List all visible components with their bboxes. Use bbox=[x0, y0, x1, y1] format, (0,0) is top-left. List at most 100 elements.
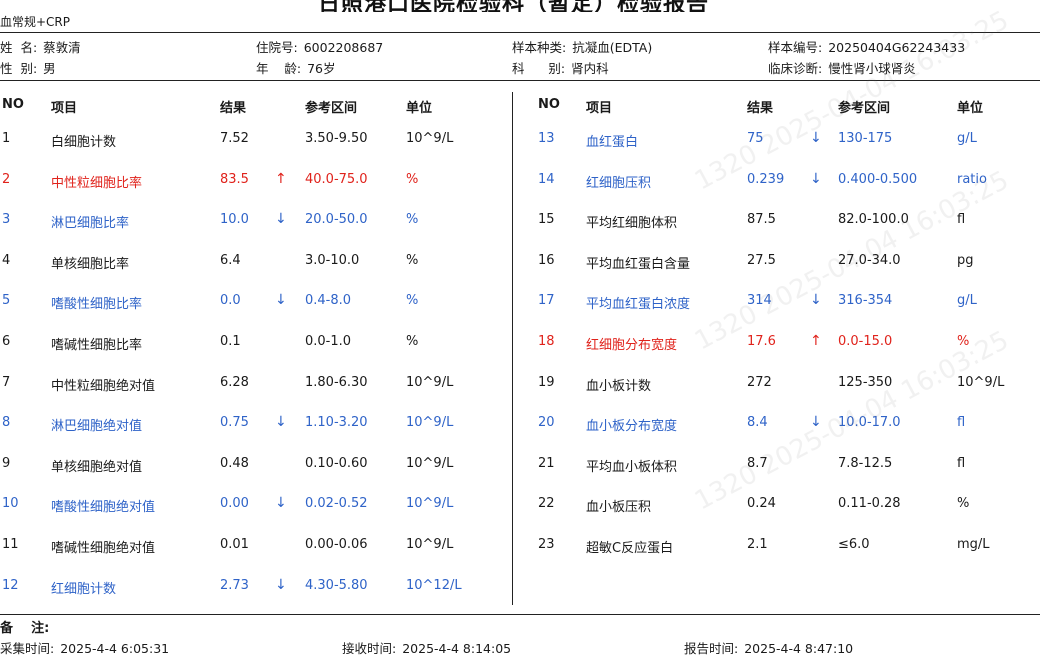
sample-no: 20250404G62243433 bbox=[828, 40, 966, 55]
result-no-left: 7 bbox=[2, 375, 11, 390]
result-result-right: 75 bbox=[747, 131, 764, 146]
department-label: 科 别: bbox=[512, 61, 566, 76]
result-result-left: 0.00 bbox=[220, 496, 249, 511]
result-range-left: 0.10-0.60 bbox=[305, 456, 368, 471]
report-time: 2025-4-4 8:47:10 bbox=[744, 641, 854, 656]
result-item-right: 超敏C反应蛋白 bbox=[586, 541, 674, 556]
result-no-right: 21 bbox=[538, 456, 555, 471]
result-result-left: 0.48 bbox=[220, 456, 249, 471]
result-range-left: 3.50-9.50 bbox=[305, 131, 368, 146]
patient-name-label: 姓 名: bbox=[0, 40, 38, 55]
result-result-left: 0.01 bbox=[220, 537, 249, 552]
patient-name-field: 姓 名: 蔡敦清 bbox=[0, 37, 81, 56]
header-item-left: 项目 bbox=[51, 101, 78, 116]
result-no-left: 2 bbox=[2, 172, 11, 187]
result-no-right: 14 bbox=[538, 172, 555, 187]
result-range-right: 130-175 bbox=[838, 131, 893, 146]
result-range-left: 0.02-0.52 bbox=[305, 496, 368, 511]
result-unit-right: g/L bbox=[957, 131, 977, 146]
diagnosis-field: 临床诊断: 慢性肾小球肾炎 bbox=[768, 58, 916, 77]
result-range-right: ≤6.0 bbox=[838, 537, 870, 552]
result-item-right: 血小板分布宽度 bbox=[586, 419, 678, 434]
result-unit-left: 10^9/L bbox=[406, 415, 454, 430]
patient-gender: 男 bbox=[43, 61, 56, 76]
result-item-right: 平均血红蛋白含量 bbox=[586, 257, 691, 272]
result-unit-left: 10^9/L bbox=[406, 456, 454, 471]
result-range-right: 0.0-15.0 bbox=[838, 334, 893, 349]
header-no-left: NO bbox=[2, 97, 24, 112]
result-item-left: 嗜碱性细胞比率 bbox=[51, 338, 143, 353]
result-range-right: 82.0-100.0 bbox=[838, 212, 909, 227]
result-no-right: 23 bbox=[538, 537, 555, 552]
divider-top bbox=[0, 32, 1040, 33]
result-result-left: 2.73 bbox=[220, 578, 249, 593]
result-no-right: 20 bbox=[538, 415, 555, 430]
result-no-right: 22 bbox=[538, 496, 555, 511]
result-item-left: 嗜碱性细胞绝对值 bbox=[51, 541, 156, 556]
result-item-left: 中性粒细胞绝对值 bbox=[51, 379, 156, 394]
result-item-right: 平均血小板体积 bbox=[586, 460, 678, 475]
result-result-right: 0.24 bbox=[747, 496, 776, 511]
result-range-left: 0.00-0.06 bbox=[305, 537, 368, 552]
header-item-right: 项目 bbox=[586, 101, 613, 116]
result-result-right: 314 bbox=[747, 293, 772, 308]
result-flag-arrow-left: ↓ bbox=[275, 414, 287, 430]
collect-time-field: 采集时间: 2025-4-4 6:05:31 bbox=[0, 638, 169, 657]
report-title: 日照港口医院检验科（暂定）检验报告 bbox=[318, 0, 709, 12]
result-item-left: 红细胞计数 bbox=[51, 582, 117, 597]
result-range-right: 0.400-0.500 bbox=[838, 172, 918, 187]
result-no-right: 15 bbox=[538, 212, 555, 227]
result-result-right: 0.239 bbox=[747, 172, 785, 187]
result-item-left: 嗜酸性细胞比率 bbox=[51, 297, 143, 312]
collect-time: 2025-4-4 6:05:31 bbox=[60, 641, 170, 656]
patient-age-label: 年 龄: bbox=[256, 61, 302, 76]
result-unit-left: % bbox=[406, 334, 419, 349]
result-result-right: 17.6 bbox=[747, 334, 776, 349]
result-no-left: 10 bbox=[2, 496, 19, 511]
collect-time-label: 采集时间: bbox=[0, 641, 55, 656]
result-result-left: 0.75 bbox=[220, 415, 249, 430]
result-flag-arrow-left: ↓ bbox=[275, 211, 287, 227]
result-flag-arrow-right: ↓ bbox=[810, 130, 822, 146]
sample-no-field: 样本编号: 20250404G62243433 bbox=[768, 37, 965, 56]
result-result-right: 87.5 bbox=[747, 212, 776, 227]
patient-gender-field: 性 别: 男 bbox=[0, 58, 56, 77]
result-item-left: 淋巴细胞绝对值 bbox=[51, 419, 143, 434]
header-unit-left: 单位 bbox=[406, 101, 433, 116]
result-no-left: 1 bbox=[2, 131, 11, 146]
result-unit-left: 10^9/L bbox=[406, 131, 454, 146]
result-unit-left: 10^9/L bbox=[406, 375, 454, 390]
result-no-left: 3 bbox=[2, 212, 11, 227]
result-unit-right: fl bbox=[957, 456, 966, 471]
result-result-left: 6.28 bbox=[220, 375, 249, 390]
result-unit-left: 10^9/L bbox=[406, 496, 454, 511]
result-item-left: 白细胞计数 bbox=[51, 135, 117, 150]
inpatient-no: 6002208687 bbox=[303, 40, 384, 55]
patient-age-field: 年 龄: 76岁 bbox=[256, 58, 336, 77]
result-range-left: 1.10-3.20 bbox=[305, 415, 368, 430]
result-range-left: 20.0-50.0 bbox=[305, 212, 368, 227]
result-no-left: 9 bbox=[2, 456, 11, 471]
result-result-left: 6.4 bbox=[220, 253, 241, 268]
result-unit-right: g/L bbox=[957, 293, 977, 308]
remark-label: 备 注: bbox=[0, 621, 50, 636]
department-field: 科 别: 肾内科 bbox=[512, 58, 609, 77]
result-item-left: 单核细胞绝对值 bbox=[51, 460, 143, 475]
report-time-field: 报告时间: 2025-4-4 8:47:10 bbox=[684, 638, 853, 657]
result-range-right: 316-354 bbox=[838, 293, 893, 308]
result-result-right: 2.1 bbox=[747, 537, 768, 552]
sample-no-label: 样本编号: bbox=[768, 40, 823, 55]
result-unit-left: 10^12/L bbox=[406, 578, 462, 593]
result-result-right: 8.7 bbox=[747, 456, 768, 471]
result-no-right: 17 bbox=[538, 293, 555, 308]
result-range-left: 0.0-1.0 bbox=[305, 334, 352, 349]
diagnosis: 慢性肾小球肾炎 bbox=[828, 61, 916, 76]
result-flag-arrow-right: ↓ bbox=[810, 414, 822, 430]
result-item-left: 淋巴细胞比率 bbox=[51, 216, 130, 231]
result-range-left: 3.0-10.0 bbox=[305, 253, 360, 268]
result-flag-arrow-left: ↓ bbox=[275, 577, 287, 593]
result-result-right: 272 bbox=[747, 375, 772, 390]
result-flag-arrow-left: ↓ bbox=[275, 495, 287, 511]
patient-gender-label: 性 别: bbox=[0, 61, 38, 76]
result-unit-right: fl bbox=[957, 212, 966, 227]
